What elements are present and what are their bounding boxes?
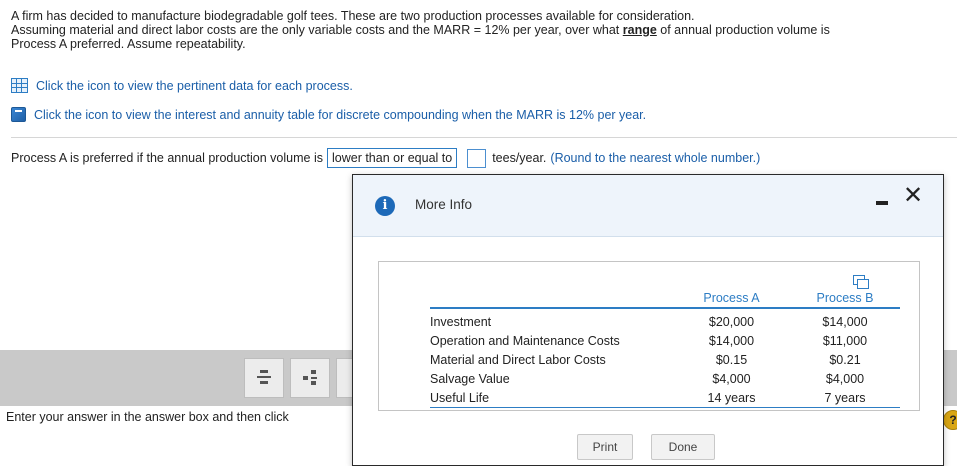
process-a-value: 14 years (673, 388, 790, 408)
answer-prefix: Process A is preferred if the annual pro… (11, 151, 323, 165)
answer-row: Process A is preferred if the annual pro… (11, 148, 760, 168)
question-line-3: Process A preferred. Assume repeatabilit… (11, 37, 246, 51)
process-a-value: $14,000 (708, 333, 755, 348)
table-row: Operation and Maintenance Costs $14,000 … (430, 331, 900, 350)
header-blank (430, 288, 673, 309)
question-line-2: Assuming material and direct labor costs… (11, 23, 951, 37)
table-link-text[interactable]: Click the icon to view the interest and … (34, 108, 646, 122)
row-label: Useful Life (430, 388, 673, 408)
dialog-header: i More Info ✕ (353, 175, 943, 237)
volume-condition-dropdown[interactable]: lower than or equal to (326, 148, 458, 168)
table-row: Useful Life 14 years 7 years (430, 388, 900, 408)
range-emphasis: range (622, 23, 657, 37)
fraction-icon (257, 370, 271, 386)
table-row: Salvage Value $4,000 $4,000 (430, 369, 900, 388)
minimize-icon[interactable] (876, 201, 888, 205)
header-process-a: Process A (673, 288, 790, 309)
copy-icon[interactable] (853, 275, 869, 289)
rounding-note: (Round to the nearest whole number.) (550, 151, 761, 165)
process-data-table: Process A Process B Investment $20,000 $… (430, 288, 900, 408)
row-label: Investment (430, 314, 492, 329)
row-label: Material and Direct Labor Costs (430, 352, 606, 367)
table-row: Investment $20,000 $14,000 (430, 308, 900, 331)
mixed-number-icon (303, 370, 317, 386)
question-text: A firm has decided to manufacture biodeg… (11, 9, 951, 51)
data-table-icon[interactable] (11, 78, 28, 93)
info-icon: i (375, 196, 395, 216)
row-label: Salvage Value (430, 371, 510, 386)
print-button[interactable]: Print (577, 434, 633, 460)
table-header-row: Process A Process B (430, 288, 900, 309)
question-line-2-start: Assuming material and direct labor costs… (11, 23, 623, 37)
header-process-b: Process B (790, 288, 900, 309)
question-line-1: A firm has decided to manufacture biodeg… (11, 9, 695, 23)
process-a-value: $20,000 (708, 314, 755, 329)
answer-suffix: tees/year. (492, 151, 547, 165)
process-b-value: $0.21 (829, 352, 861, 367)
data-link-row: Click the icon to view the pertinent dat… (11, 78, 353, 93)
process-a-value: $0.15 (715, 352, 748, 367)
process-b-value: $14,000 (822, 314, 868, 329)
process-b-value: 7 years (790, 388, 900, 408)
done-button[interactable]: Done (651, 434, 715, 460)
table-row: Material and Direct Labor Costs $0.15 $0… (430, 350, 900, 369)
process-b-value: $11,000 (822, 333, 868, 348)
fraction-tool-button[interactable] (244, 358, 284, 398)
dialog-title: More Info (415, 197, 473, 212)
mixed-number-tool-button[interactable] (290, 358, 330, 398)
bottom-instruction: Enter your answer in the answer box and … (6, 410, 289, 424)
data-link-text[interactable]: Click the icon to view the pertinent dat… (36, 79, 353, 93)
data-panel: Process A Process B Investment $20,000 $… (378, 261, 920, 411)
divider (11, 137, 957, 138)
answer-input[interactable] (467, 148, 487, 168)
help-icon[interactable]: ? (943, 410, 957, 430)
book-icon[interactable] (11, 107, 26, 122)
question-line-2-end: of annual production volume is (656, 23, 830, 37)
table-link-row: Click the icon to view the interest and … (11, 107, 646, 122)
close-icon[interactable]: ✕ (903, 183, 923, 207)
row-label: Operation and Maintenance Costs (430, 333, 620, 348)
process-a-value: $4,000 (712, 371, 751, 386)
process-b-value: $4,000 (825, 371, 865, 386)
more-info-dialog: i More Info ✕ Process A Process B Invest… (352, 174, 944, 466)
